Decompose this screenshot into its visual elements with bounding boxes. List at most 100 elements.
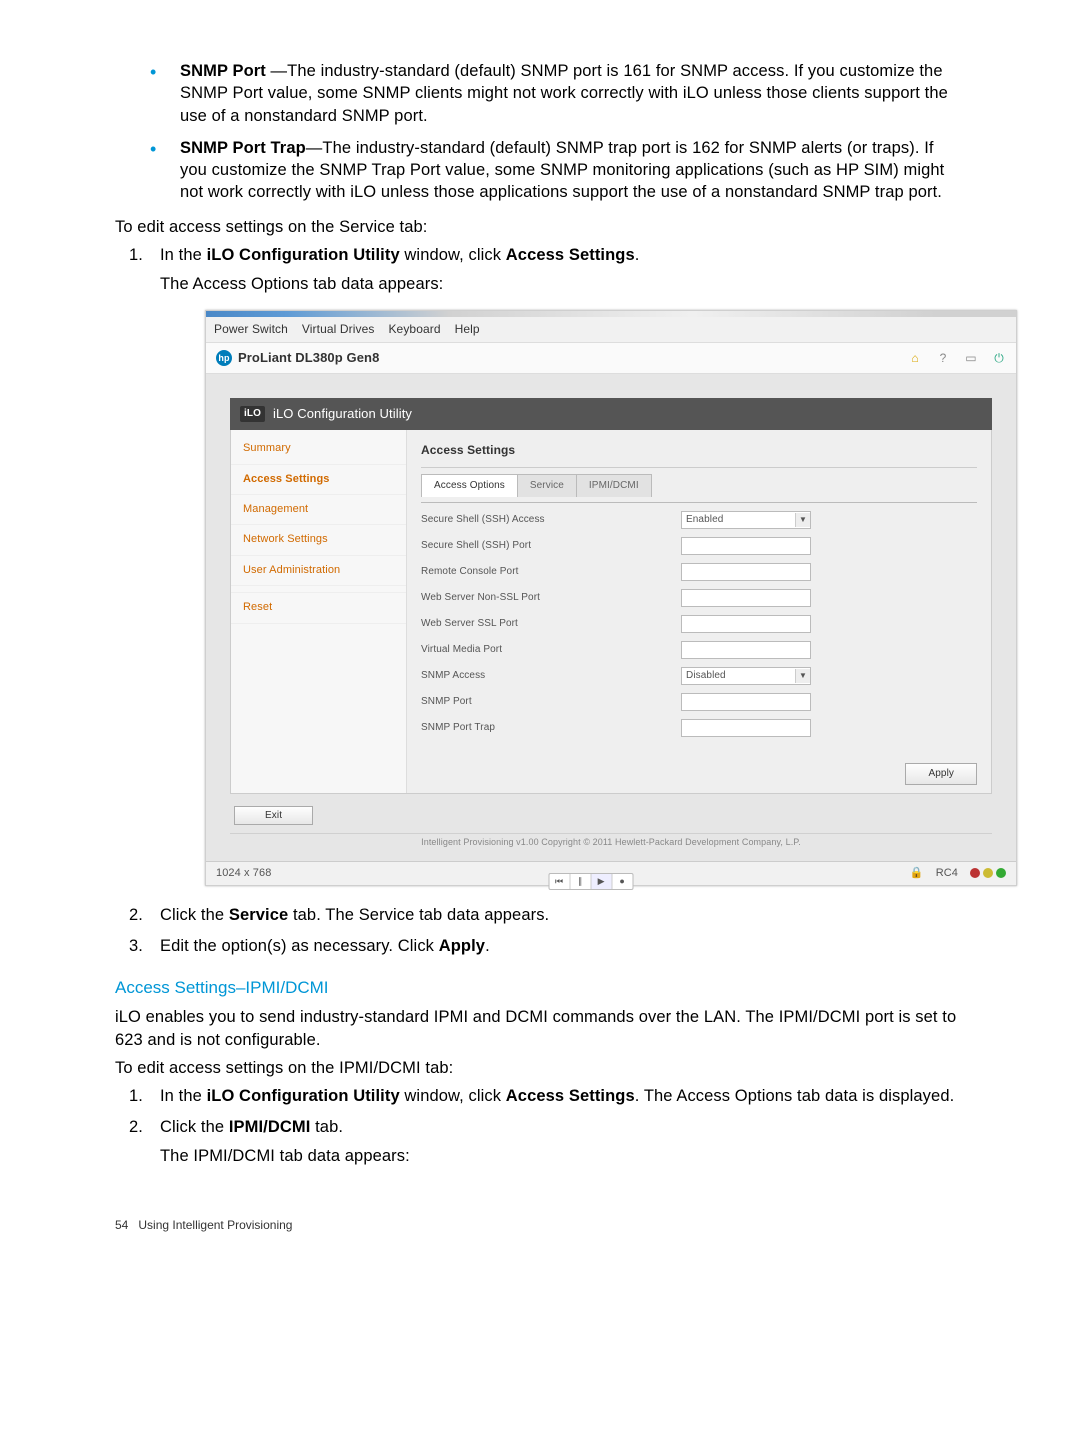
window-icon[interactable]: ▭ — [964, 351, 978, 365]
label-ssh-access: Secure Shell (SSH) Access — [421, 513, 681, 527]
dot-yellow-icon — [983, 868, 993, 878]
status-resolution: 1024 x 768 — [216, 866, 271, 881]
power-icon[interactable]: ⏻ — [992, 351, 1006, 365]
input-remote-console[interactable] — [681, 563, 811, 581]
label-web-ssl: Web Server SSL Port — [421, 617, 681, 631]
label-virtual-media: Virtual Media Port — [421, 643, 681, 657]
input-virtual-media[interactable] — [681, 641, 811, 659]
tab-ipmi-dcmi[interactable]: IPMI/DCMI — [576, 474, 652, 497]
steps-ipmi: In the iLO Configuration Utility window,… — [115, 1085, 965, 1168]
step-3: Edit the option(s) as necessary. Click A… — [115, 935, 965, 958]
menu-keyboard[interactable]: Keyboard — [388, 321, 440, 338]
step-1: In the iLO Configuration Utility window,… — [115, 244, 965, 886]
label-web-nonssl: Web Server Non-SSL Port — [421, 591, 681, 605]
label-snmp-access: SNMP Access — [421, 669, 681, 683]
util-header: iLO iLO Configuration Utility — [230, 398, 992, 430]
titlebar: hp ProLiant DL380p Gen8 ⌂ ? ▭ ⏻ — [206, 343, 1016, 374]
chevron-down-icon: ▼ — [795, 513, 810, 527]
padlock-icon: 🔒 — [910, 866, 924, 881]
apply-row: Apply — [421, 741, 977, 785]
tab-row: Access Options Service IPMI/DCMI — [421, 474, 977, 497]
content-pane: Access Settings Access Options Service I… — [407, 430, 991, 793]
exit-button[interactable]: Exit — [234, 806, 313, 825]
ipmi-p1: iLO enables you to send industry-standar… — [115, 1006, 965, 1051]
ipmi-step-2: Click the IPMI/DCMI tab. The IPMI/DCMI t… — [115, 1116, 965, 1168]
select-ssh-access[interactable]: Enabled▼ — [681, 511, 811, 529]
input-ssh-port[interactable] — [681, 537, 811, 555]
page-footer: 54 Using Intelligent Provisioning — [115, 1218, 965, 1232]
work-area: iLO iLO Configuration Utility Summary Ac… — [206, 374, 1016, 861]
ipmi-step-1: In the iLO Configuration Utility window,… — [115, 1085, 965, 1108]
label-ssh-port: Secure Shell (SSH) Port — [421, 539, 681, 553]
ipmi-step-2-sub: The IPMI/DCMI tab data appears: — [160, 1145, 965, 1168]
step-2: Click the Service tab. The Service tab d… — [115, 904, 965, 927]
menu-help[interactable]: Help — [455, 321, 480, 338]
util-title: iLO Configuration Utility — [273, 405, 412, 423]
input-snmp-port[interactable] — [681, 693, 811, 711]
help-icon[interactable]: ? — [936, 351, 950, 365]
row-snmp-trap: SNMP Port Trap — [421, 715, 977, 741]
bullet-snmp-port-trap: SNMP Port Trap—The industry-standard (de… — [115, 137, 965, 204]
sidebar-item-reset[interactable]: Reset — [231, 592, 406, 623]
intro-text: To edit access settings on the Service t… — [115, 216, 965, 238]
row-ssh-port: Secure Shell (SSH) Port — [421, 533, 977, 559]
sidebar-item-network-settings[interactable]: Network Settings — [231, 525, 406, 555]
sidebar-item-user-administration[interactable]: User Administration — [231, 556, 406, 586]
dot-green-icon — [996, 868, 1006, 878]
row-remote-console: Remote Console Port — [421, 559, 977, 585]
titlebar-text: ProLiant DL380p Gen8 — [238, 349, 379, 367]
status-icons: 🔒 RC4 — [910, 866, 1006, 881]
term: SNMP Port Trap — [180, 139, 306, 157]
sidebar-item-management[interactable]: Management — [231, 495, 406, 525]
section-heading-ipmi: Access Settings–IPMI/DCMI — [115, 978, 965, 998]
statusbar: 1024 x 768 ⏮ ∥ ▶ ● 🔒 R — [206, 861, 1016, 885]
bullet-list: SNMP Port —The industry-standard (defaul… — [115, 60, 965, 204]
row-snmp-access: SNMP Access Disabled▼ — [421, 663, 977, 689]
sidebar-item-summary[interactable]: Summary — [231, 434, 406, 464]
hp-logo-icon: hp — [216, 350, 232, 366]
select-snmp-access[interactable]: Disabled▼ — [681, 667, 811, 685]
status-dots — [970, 868, 1006, 878]
record-icon[interactable]: ● — [612, 874, 632, 889]
menu-virtual-drives[interactable]: Virtual Drives — [302, 321, 375, 338]
steps-service: In the iLO Configuration Utility window,… — [115, 244, 965, 958]
sidebar-item-access-settings[interactable]: Access Settings — [231, 465, 406, 495]
sidebar: Summary Access Settings Management Netwo… — [231, 430, 407, 793]
row-web-nonssl: Web Server Non-SSL Port — [421, 585, 977, 611]
label-remote-console: Remote Console Port — [421, 565, 681, 579]
apply-button[interactable]: Apply — [905, 763, 977, 785]
menu-power-switch[interactable]: Power Switch — [214, 321, 288, 338]
page-number: 54 — [115, 1218, 128, 1232]
input-snmp-trap[interactable] — [681, 719, 811, 737]
tab-access-options[interactable]: Access Options — [421, 474, 518, 497]
input-web-ssl[interactable] — [681, 615, 811, 633]
page: SNMP Port —The industry-standard (defaul… — [0, 0, 1080, 1272]
bullet-snmp-port: SNMP Port —The industry-standard (defaul… — [115, 60, 965, 127]
ilo-badge-icon: iLO — [240, 406, 265, 422]
dot-red-icon — [970, 868, 980, 878]
pause-icon[interactable]: ∥ — [570, 874, 591, 889]
term: SNMP Port — [180, 62, 266, 80]
row-ssh-access: Secure Shell (SSH) Access Enabled▼ — [421, 507, 977, 533]
label-snmp-port: SNMP Port — [421, 695, 681, 709]
tab-underline — [421, 502, 977, 503]
shot-footer-text: Intelligent Provisioning v1.00 Copyright… — [230, 833, 992, 853]
play-icon[interactable]: ▶ — [591, 874, 612, 889]
input-web-nonssl[interactable] — [681, 589, 811, 607]
ipmi-p2: To edit access settings on the IPMI/DCMI… — [115, 1057, 965, 1079]
screenshot-ilo-config: Power Switch Virtual Drives Keyboard Hel… — [205, 310, 1017, 886]
rewind-icon[interactable]: ⏮ — [549, 874, 570, 889]
titlebar-icons: ⌂ ? ▭ ⏻ — [908, 351, 1006, 365]
chevron-down-icon: ▼ — [795, 669, 810, 683]
step-1-sub: The Access Options tab data appears: — [160, 273, 965, 296]
home-icon[interactable]: ⌂ — [908, 351, 922, 365]
content-title: Access Settings — [421, 438, 977, 468]
transport-controls[interactable]: ⏮ ∥ ▶ ● — [548, 873, 633, 890]
util-body: Summary Access Settings Management Netwo… — [230, 430, 992, 794]
status-rc: RC4 — [936, 866, 958, 881]
menubar: Power Switch Virtual Drives Keyboard Hel… — [206, 317, 1016, 343]
label-snmp-trap: SNMP Port Trap — [421, 721, 681, 735]
exit-row: Exit — [230, 794, 992, 833]
tab-service[interactable]: Service — [517, 474, 577, 497]
page-footer-title: Using Intelligent Provisioning — [138, 1218, 292, 1232]
